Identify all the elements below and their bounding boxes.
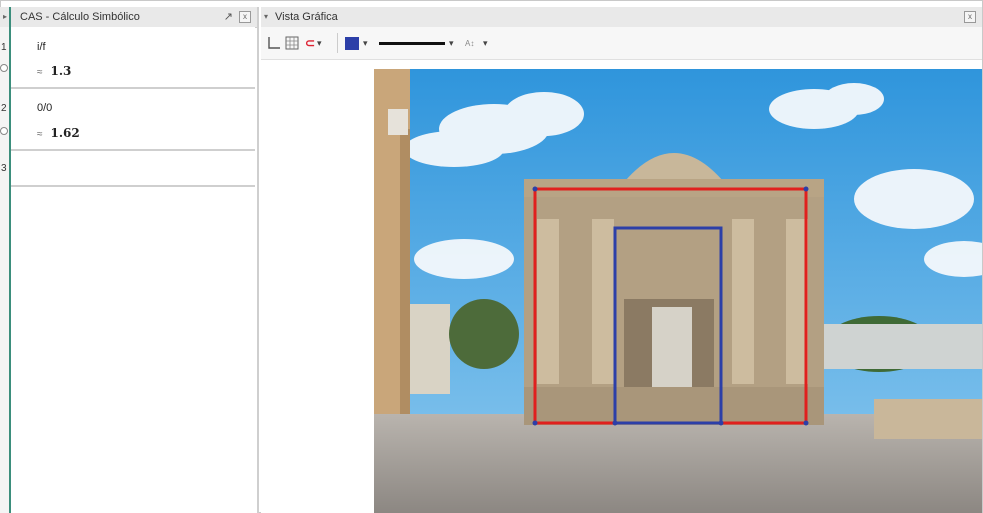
cas-output: ≈1.3: [37, 64, 71, 78]
point-capture-icon[interactable]: ⊂: [305, 36, 315, 50]
chevron-down-icon[interactable]: ▾: [449, 38, 454, 49]
panel-accent-border: [9, 7, 11, 513]
graphics-title-bar: ▾ Vista Gráfica x: [261, 7, 982, 28]
chevron-down-icon[interactable]: ▾: [483, 38, 488, 49]
close-icon[interactable]: x: [239, 11, 251, 23]
label-style-icon[interactable]: A↕: [465, 39, 474, 48]
cas-output: ≈1.62: [37, 126, 80, 140]
cas-input[interactable]: 0/0: [37, 102, 52, 114]
graphics-title: Vista Gráfica: [275, 11, 338, 23]
toolbar-divider: [337, 33, 338, 53]
cas-title-bar: ▸ CAS - Cálculo Simbólico ↗ x: [0, 7, 257, 28]
background-photo-image: [374, 69, 982, 513]
undock-icon[interactable]: ↗: [224, 7, 233, 27]
cas-output-value: 1.62: [50, 126, 80, 140]
cas-panel: ▸ CAS - Cálculo Simbólico ↗ x 1 i/f ≈1.3…: [0, 7, 259, 513]
style-bar: ⊂ ▾ ▾ ▾ A↕ ▾: [261, 27, 982, 60]
row-toggle-radio[interactable]: [0, 64, 8, 72]
collapse-triangle-icon[interactable]: ▾: [264, 7, 268, 27]
chevron-down-icon[interactable]: ▾: [317, 38, 322, 49]
cas-row-1[interactable]: 1 i/f ≈1.3: [0, 27, 255, 89]
row-number: 1: [1, 42, 7, 53]
close-icon[interactable]: x: [964, 11, 976, 23]
output-marker: ≈: [37, 67, 43, 78]
cas-output-value: 1.3: [50, 64, 72, 78]
row-number: 2: [1, 103, 7, 114]
graphics-view: ▾ Vista Gráfica x ⊂ ▾ ▾ ▾ A↕ ▾: [261, 7, 982, 513]
grid-icon[interactable]: [285, 36, 299, 53]
row-number: 3: [1, 163, 7, 174]
output-marker: ≈: [37, 129, 43, 140]
line-style-selector[interactable]: [379, 42, 445, 45]
cas-row-3[interactable]: 3: [1, 151, 255, 187]
cas-row-2[interactable]: 2 0/0 ≈1.62: [0, 89, 255, 151]
collapse-triangle-icon[interactable]: ▸: [3, 7, 7, 27]
row-number-column: [0, 27, 9, 513]
color-swatch[interactable]: [345, 37, 359, 50]
axes-icon[interactable]: [267, 36, 281, 53]
cas-title: CAS - Cálculo Simbólico: [20, 11, 140, 23]
chevron-down-icon[interactable]: ▾: [363, 38, 368, 49]
cas-input[interactable]: i/f: [37, 41, 46, 53]
graphics-canvas[interactable]: [261, 60, 982, 513]
row-toggle-radio[interactable]: [0, 127, 8, 135]
